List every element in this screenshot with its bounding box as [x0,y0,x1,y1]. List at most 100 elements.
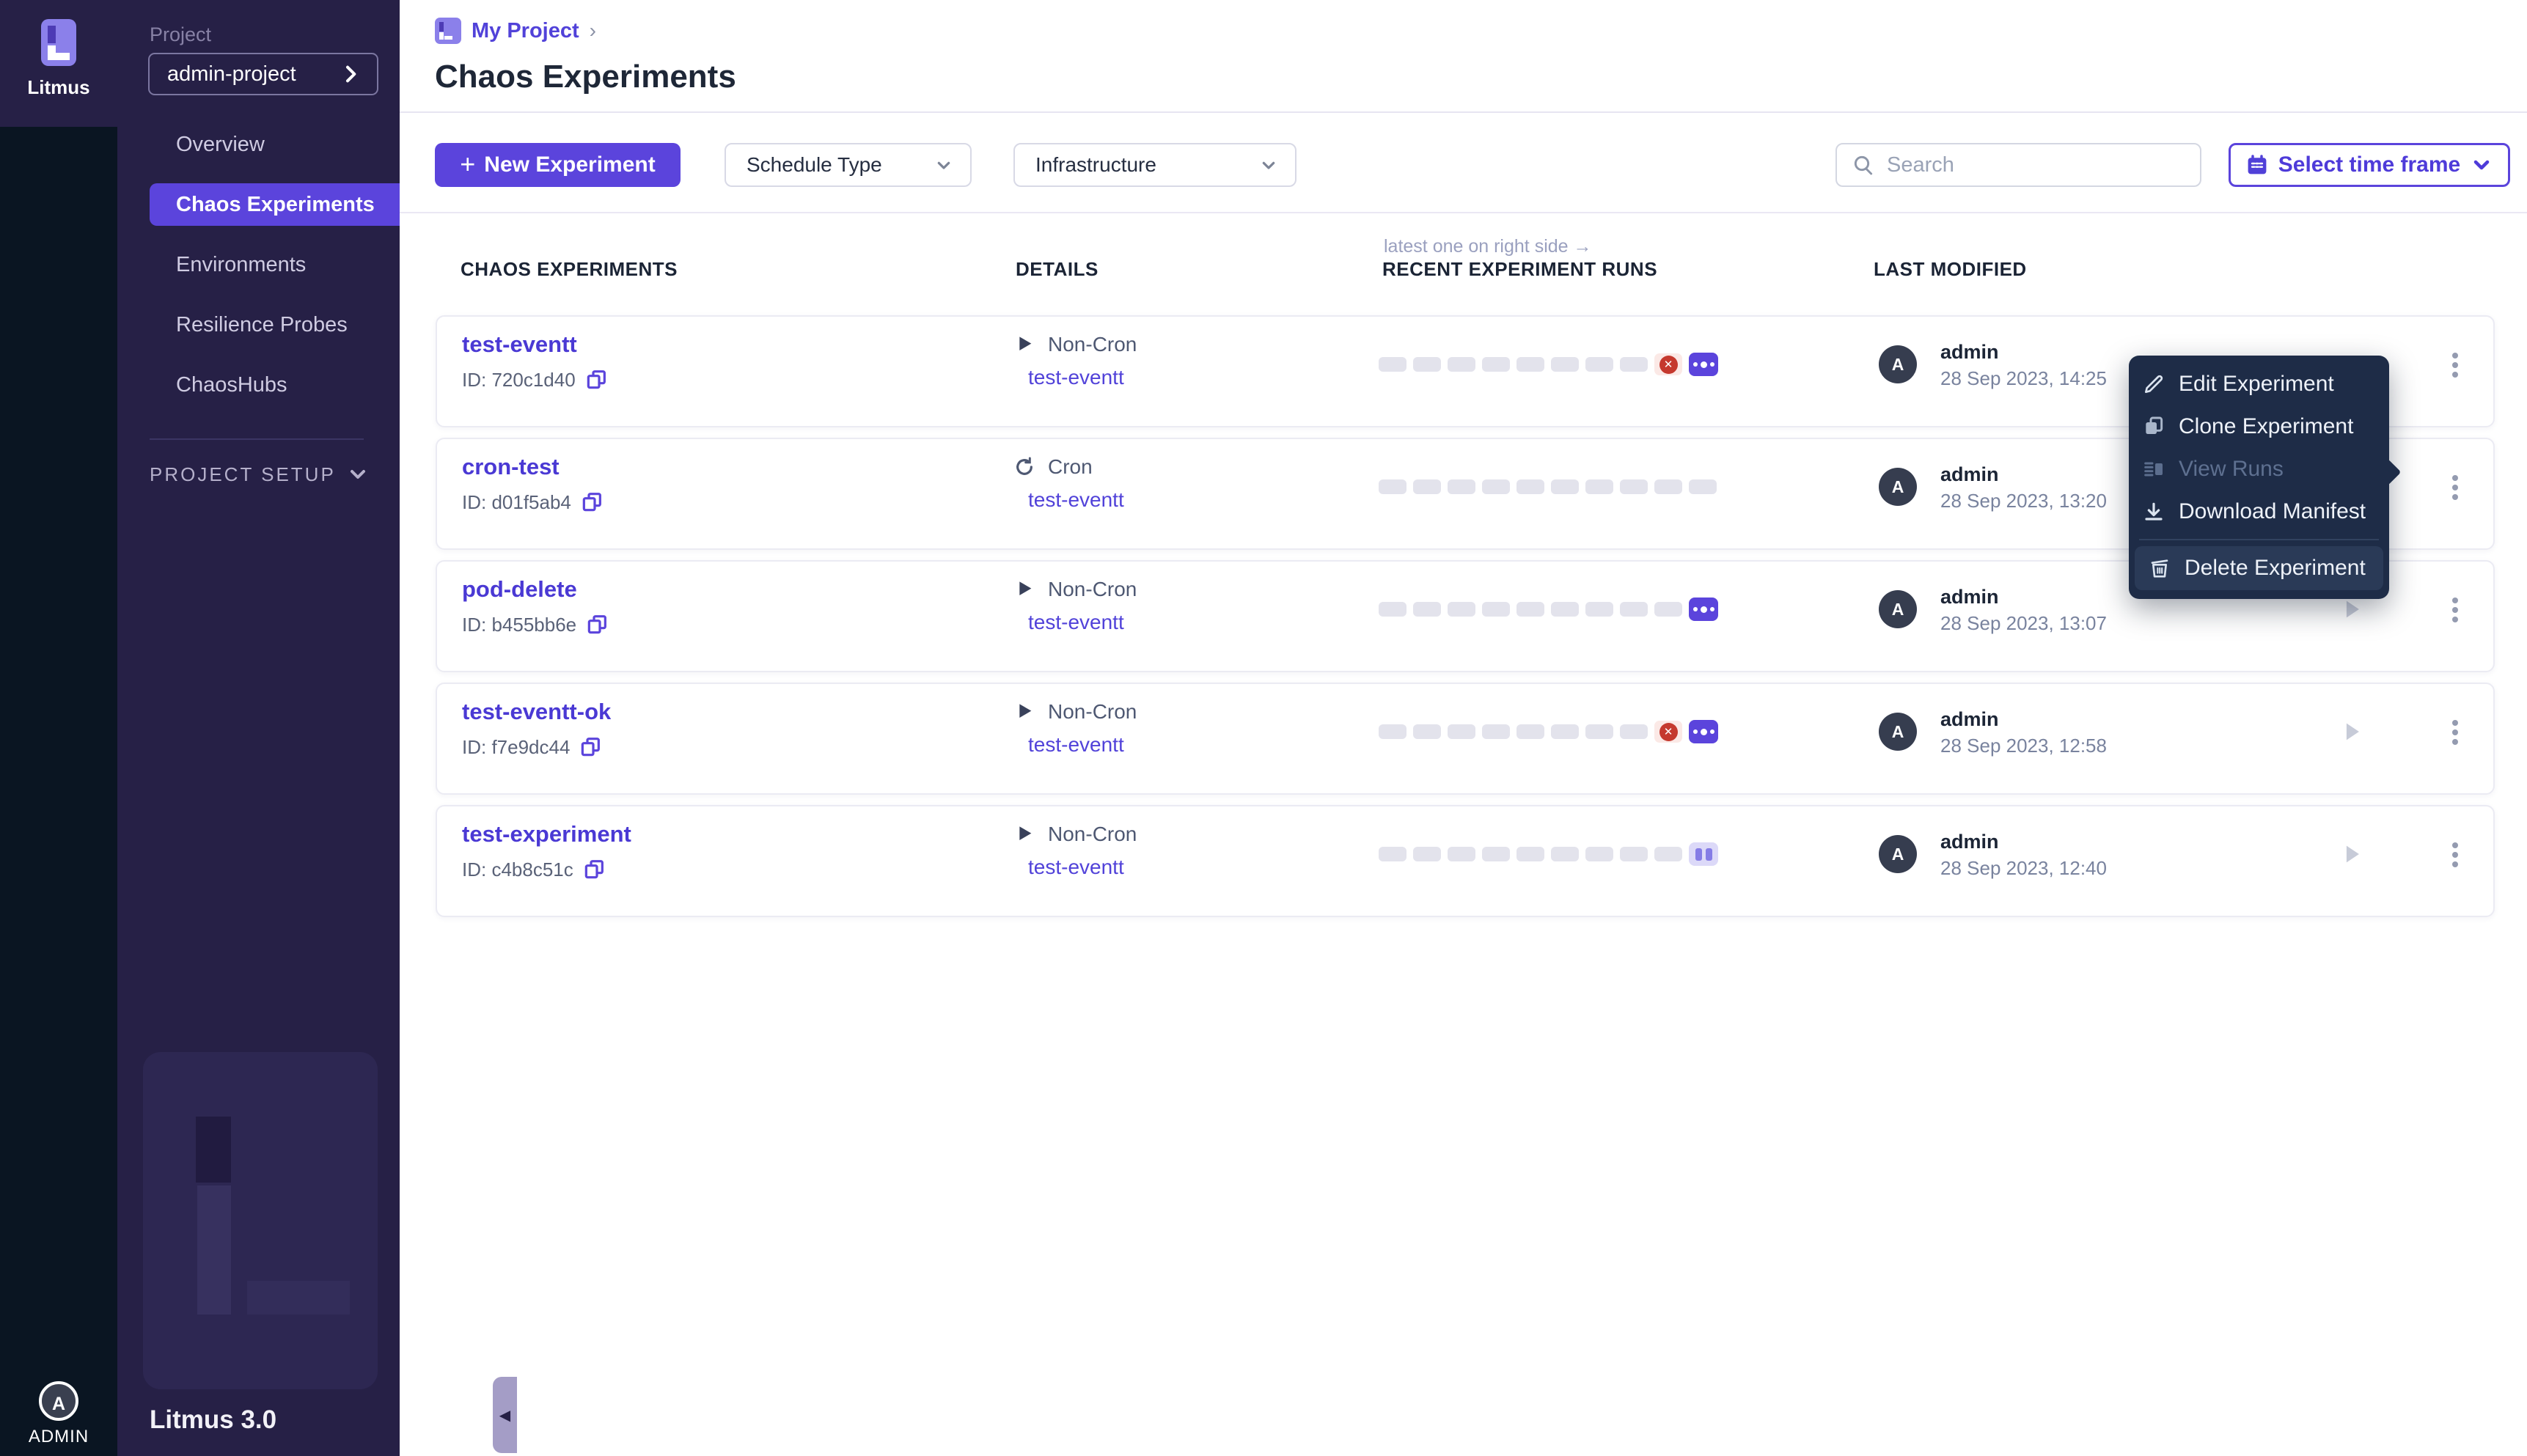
run-paused-badge[interactable] [1689,842,1718,866]
menu-item-edit-experiment[interactable]: Edit Experiment [2129,363,2389,405]
brand-name: Litmus [27,76,90,98]
run-slot-placeholder [1551,602,1579,617]
infrastructure-link[interactable]: test-eventt [1028,366,1124,389]
chevron-down-icon [1262,161,1275,169]
row-menu-button[interactable] [2440,716,2470,749]
experiment-name-link[interactable]: test-experiment [462,821,631,848]
run-slot-placeholder [1448,847,1475,861]
row-menu-button[interactable] [2440,839,2470,871]
run-slot-placeholder [1585,602,1613,617]
row-menu-button[interactable] [2440,349,2470,381]
chevron-down-icon [2473,160,2490,170]
copy-icon[interactable] [585,613,609,636]
run-slot-placeholder [1448,479,1475,494]
modified-by: admin [1940,463,1999,485]
menu-item-view-runs[interactable]: View Runs [2129,448,2389,490]
project-logo-icon [435,18,461,44]
litmus-logo[interactable] [41,19,76,66]
run-slot-placeholder [1516,357,1544,372]
run-slot-placeholder [1379,602,1406,617]
runs-order-note: latest one on right side → [1384,236,1592,257]
column-header-experiments: CHAOS EXPERIMENTS [461,258,678,280]
search-input[interactable] [1885,152,2185,178]
run-slot-placeholder [1516,479,1544,494]
sidebar-item-environments[interactable]: Environments [117,243,400,286]
run-failed-badge[interactable]: ✕ [1654,353,1682,375]
recent-runs [1379,806,1718,902]
run-running-badge[interactable] [1689,353,1718,376]
experiment-id: ID: f7e9dc44 [462,735,602,759]
run-slot-placeholder [1448,724,1475,739]
run-experiment-button[interactable] [2339,842,2364,867]
copy-icon[interactable] [582,858,606,881]
schedule-type-select[interactable]: Schedule Type [725,143,972,187]
modified-by: admin [1940,341,1999,363]
play-icon [1019,826,1032,840]
run-slot-placeholder [1585,724,1613,739]
modified-at: 28 Sep 2023, 12:58 [1940,735,2107,757]
run-slot-placeholder [1413,724,1441,739]
experiment-id: ID: 720c1d40 [462,368,608,391]
experiment-name-link[interactable]: pod-delete [462,576,577,603]
run-slot-placeholder [1654,847,1682,861]
sidebar-item-chaoshubs[interactable]: ChaosHubs [117,364,400,406]
admin-avatar[interactable]: A [39,1381,78,1421]
row-menu-button[interactable] [2440,471,2470,504]
litmus-watermark [143,1052,378,1389]
project-label: Project [150,23,212,45]
user-avatar: A [1879,713,1917,751]
recent-runs [1379,562,1718,657]
recent-runs: ✕ [1379,317,1718,412]
recent-runs: ✕ [1379,684,1718,779]
experiment-name-link[interactable]: test-eventt-ok [462,699,611,725]
run-slot-placeholder [1413,479,1441,494]
experiment-name-link[interactable]: test-eventt [462,331,577,358]
copy-icon[interactable] [580,490,604,514]
menu-item-download-manifest[interactable]: Download Manifest [2129,490,2389,533]
copy-icon[interactable] [579,735,602,759]
admin-block[interactable]: A ADMIN [0,1381,117,1447]
sidebar-item-chaos-experiments[interactable]: Chaos Experiments [150,183,400,226]
run-slot-placeholder [1585,357,1613,372]
project-setup-toggle[interactable]: PROJECT SETUP [150,459,370,490]
run-experiment-button[interactable] [2339,719,2364,744]
infrastructure-link[interactable]: test-eventt [1028,733,1124,757]
experiment-id: ID: b455bb6e [462,613,609,636]
pencil-icon [2145,375,2163,393]
run-slot-placeholder [1379,357,1406,372]
copy-icon[interactable] [584,368,608,391]
sidebar-item-overview[interactable]: Overview [117,123,400,166]
run-running-badge[interactable] [1689,720,1718,743]
experiment-name-link[interactable]: cron-test [462,454,560,480]
user-avatar: A [1879,345,1917,383]
modified-at: 28 Sep 2023, 12:40 [1940,857,2107,879]
row-menu-button[interactable] [2440,594,2470,626]
breadcrumb-my-project[interactable]: My Project [472,19,579,43]
infrastructure-select[interactable]: Infrastructure [1013,143,1296,187]
infrastructure-link[interactable]: test-eventt [1028,856,1124,879]
run-slot-placeholder [1551,847,1579,861]
run-failed-badge[interactable]: ✕ [1654,721,1682,743]
sidebar-collapse-button[interactable]: ◀ [493,1377,517,1453]
select-time-frame-button[interactable]: Select time frame [2229,143,2510,187]
column-header-details: DETAILS [1016,258,1099,280]
run-experiment-button[interactable] [2339,597,2364,622]
run-slot-placeholder [1482,847,1510,861]
run-slot-placeholder [1654,602,1682,617]
run-running-badge[interactable] [1689,598,1718,621]
run-slot-placeholder [1585,847,1613,861]
infrastructure-link[interactable]: test-eventt [1028,488,1124,512]
run-slot-placeholder [1516,724,1544,739]
menu-item-clone-experiment[interactable]: Clone Experiment [2129,405,2389,448]
admin-label: ADMIN [28,1427,89,1446]
toolbar-divider [400,212,2527,213]
run-slot-placeholder [1620,357,1648,372]
sidebar-item-resilience-probes[interactable]: Resilience Probes [117,304,400,346]
menu-item-delete-experiment[interactable]: Delete Experiment [2135,546,2383,590]
play-icon [1019,581,1032,595]
new-experiment-button[interactable]: + New Experiment [435,143,681,187]
infrastructure-link[interactable]: test-eventt [1028,611,1124,634]
menu-divider [2139,539,2379,540]
modified-at: 28 Sep 2023, 13:20 [1940,490,2107,512]
project-select[interactable]: admin-project [148,53,378,95]
